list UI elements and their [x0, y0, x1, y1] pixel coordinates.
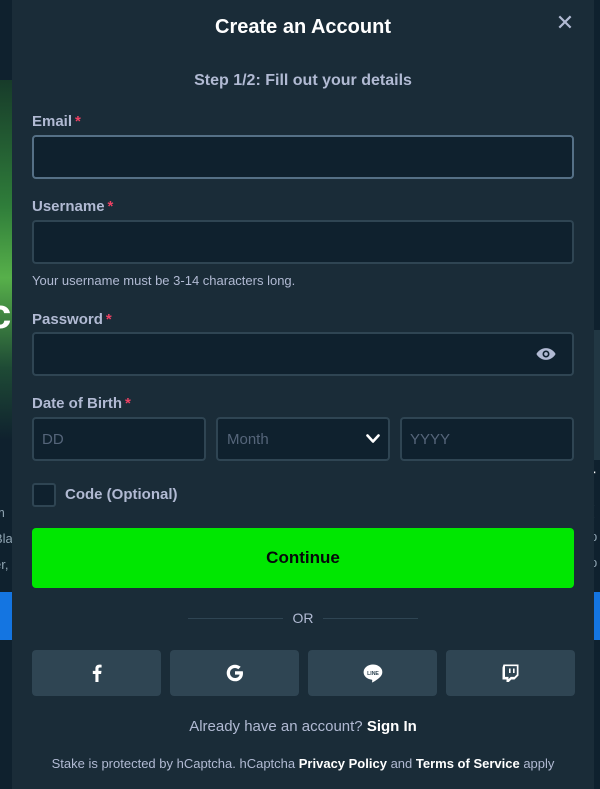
terms-of-service-link[interactable]: Terms of Service — [416, 756, 520, 771]
continue-button[interactable]: Continue — [32, 528, 574, 588]
captcha-notice: Stake is protected by hCaptcha. hCaptcha… — [12, 756, 594, 771]
dob-day-input[interactable] — [34, 419, 204, 459]
twitch-login-button[interactable] — [446, 650, 575, 696]
sign-in-link[interactable]: Sign In — [367, 718, 417, 735]
or-divider-text: OR — [292, 610, 314, 626]
background-page-left: c m Bla er, — [0, 0, 12, 789]
dob-day-wrapper — [32, 417, 206, 461]
svg-text:LINE: LINE — [367, 670, 379, 676]
password-field-wrapper — [32, 332, 574, 376]
line-icon: LINE — [363, 664, 382, 682]
twitch-icon — [502, 664, 519, 682]
username-field-wrapper — [32, 220, 574, 264]
privacy-policy-link[interactable]: Privacy Policy — [299, 756, 387, 771]
create-account-modal: Create an Account ✕ Step 1/2: Fill out y… — [12, 0, 594, 789]
captcha-notice-text: Stake is protected by hCaptcha. hCaptcha — [51, 756, 296, 771]
password-field[interactable] — [34, 334, 572, 374]
background-text: m Bla er, — [0, 505, 12, 572]
code-checkbox[interactable] — [32, 483, 56, 507]
email-field-wrapper — [32, 135, 574, 179]
eye-icon[interactable] — [536, 346, 556, 362]
username-field[interactable] — [34, 222, 572, 262]
required-mark: * — [125, 395, 131, 412]
captcha-notice-suffix: apply — [523, 756, 555, 771]
required-mark: * — [75, 113, 81, 130]
code-checkbox-label[interactable]: Code (Optional) — [65, 486, 178, 503]
dob-month-select[interactable]: Month — [216, 417, 390, 461]
step-indicator: Step 1/2: Fill out your details — [194, 72, 412, 89]
background-banner — [0, 592, 12, 640]
signin-prompt: Already have an account? Sign In — [12, 718, 594, 735]
email-field[interactable] — [34, 137, 572, 177]
line-login-button[interactable]: LINE — [308, 650, 437, 696]
divider-line-right — [323, 618, 418, 619]
facebook-login-button[interactable] — [32, 650, 161, 696]
required-mark: * — [107, 198, 114, 215]
background-hero-text: c — [0, 290, 11, 338]
email-label: Email * — [32, 113, 81, 130]
captcha-notice-and: and — [390, 756, 413, 771]
signin-prompt-text: Already have an account? — [189, 718, 363, 735]
dob-month-value: Month — [227, 431, 269, 448]
chevron-down-icon — [366, 434, 380, 443]
close-icon[interactable]: ✕ — [554, 12, 576, 34]
google-login-button[interactable] — [170, 650, 299, 696]
google-icon — [226, 664, 243, 682]
dob-label: Date of Birth * — [32, 395, 131, 412]
required-mark: * — [105, 311, 112, 328]
facebook-icon — [92, 664, 102, 682]
dob-year-input[interactable] — [402, 419, 572, 459]
modal-title: Create an Account — [215, 16, 391, 38]
username-hint: Your username must be 3-14 characters lo… — [32, 273, 296, 288]
dob-year-wrapper — [400, 417, 574, 461]
password-label: Password * — [32, 311, 112, 328]
background-hero-image — [0, 80, 12, 440]
username-label: Username * — [32, 198, 114, 215]
